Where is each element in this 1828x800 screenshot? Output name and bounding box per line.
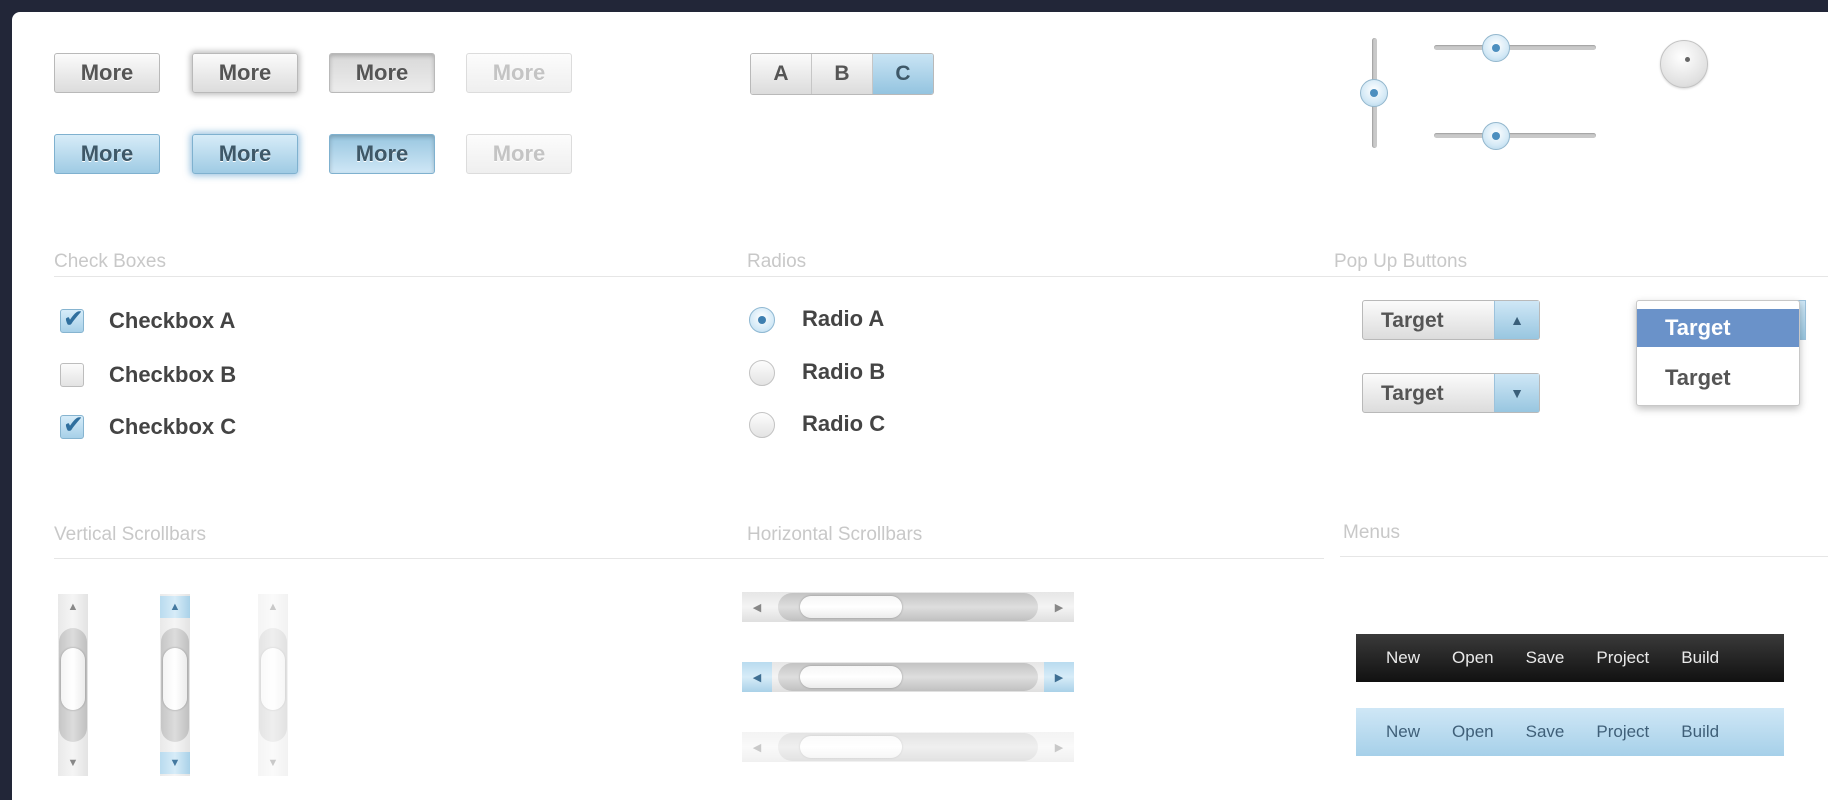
horizontal-slider-top-knob[interactable] [1481,34,1510,62]
scroll-left-arrow-icon[interactable]: ◀ [742,662,772,692]
rotary-dial-knob[interactable] [1660,40,1708,88]
widget-gallery-canvas: More More More More More More More More … [12,12,1828,800]
section-title-popups: Pop Up Buttons [1334,251,1468,272]
scroll-right-arrow-icon: ▶ [1054,741,1064,754]
scroll-down-arrow-icon[interactable]: ▼ [58,752,88,774]
checkbox-c[interactable] [60,410,84,439]
more-button-normal[interactable]: More [54,53,160,93]
section-title-radios: Radios [747,251,807,272]
scroll-thumb[interactable] [800,666,902,688]
section-title-checkboxes: Check Boxes [54,251,166,272]
radio-b[interactable] [749,360,775,386]
section-title-vertical-scrollbars: Vertical Scrollbars [54,524,207,545]
segmented-control: A B C [750,53,934,95]
scroll-down-arrow-icon[interactable]: ▼ [160,752,190,774]
menu-item-open[interactable]: Open [1452,648,1494,668]
checkbox-a[interactable] [60,304,84,333]
radio-c-label: Radio C [802,411,886,436]
scroll-thumb [261,648,285,710]
more-button-focused[interactable]: More [192,53,298,93]
more-button-blue-normal[interactable]: More [54,134,160,174]
chevron-down-icon: ▼ [1494,374,1539,412]
scroll-thumb[interactable] [61,648,85,710]
more-button-blue-pressed[interactable]: More [329,134,435,174]
segment-a[interactable]: A [751,54,812,94]
horizontal-slider-bottom-knob[interactable] [1481,122,1510,150]
checkbox-b[interactable] [60,363,84,387]
more-button-disabled: More [466,53,572,93]
scroll-right-arrow-icon[interactable]: ▶ [1044,592,1074,622]
scroll-down-arrow-icon: ▼ [267,757,279,769]
section-divider [54,276,1828,277]
section-divider-right [1340,556,1828,557]
horizontal-scrollbar-disabled: ◀ ▶ [742,732,1074,762]
scroll-up-arrow-icon[interactable]: ▲ [160,596,190,618]
menu-item-new[interactable]: New [1386,648,1420,668]
radio-a[interactable] [749,307,775,333]
radio-b-label: Radio B [802,359,886,384]
section-title-menus: Menus [1343,522,1401,543]
horizontal-scrollbar-blue[interactable]: ◀ ▶ [742,662,1074,692]
popup-menu-item-selected[interactable]: Target [1637,309,1799,347]
radio-a-label: Radio A [802,306,885,331]
menu-item-project[interactable]: Project [1596,648,1649,668]
vertical-scrollbar-disabled: ▲ ▼ [258,594,288,776]
vertical-slider-knob[interactable] [1360,79,1388,107]
segment-c[interactable]: C [873,54,933,94]
scroll-up-arrow-icon[interactable]: ▲ [58,596,88,618]
menu-item-open[interactable]: Open [1452,722,1494,742]
menu-item-build[interactable]: Build [1681,648,1719,668]
horizontal-scrollbar-normal[interactable]: ◀ ▶ [742,592,1074,622]
scroll-right-arrow-icon[interactable]: ▶ [1044,662,1074,692]
horizontal-slider-bottom-track[interactable] [1434,133,1596,138]
menu-item-new[interactable]: New [1386,722,1420,742]
checkbox-a-label: Checkbox A [109,308,236,333]
scroll-thumb[interactable] [800,596,902,618]
more-button-blue-focused[interactable]: More [192,134,298,174]
vertical-scrollbar-normal[interactable]: ▲ ▼ [58,594,88,776]
scroll-thumb [800,736,902,758]
scroll-left-arrow-icon[interactable]: ◀ [742,592,772,622]
more-button-blue-disabled: More [466,134,572,174]
checkbox-c-label: Checkbox C [109,414,237,439]
popup-dropdown-value: Target [1381,382,1444,405]
segment-b[interactable]: B [812,54,873,94]
scroll-thumb[interactable] [163,648,187,710]
more-button-pressed[interactable]: More [329,53,435,93]
menubar-light: New Open Save Project Build [1356,708,1784,756]
menu-item-build[interactable]: Build [1681,722,1719,742]
radio-c[interactable] [749,412,775,438]
popup-button-stepper[interactable]: Target ▲ [1362,300,1540,340]
section-title-horizontal-scrollbars: Horizontal Scrollbars [747,524,923,545]
up-down-arrows-icon: ▲ [1494,301,1539,339]
horizontal-slider-top-track[interactable] [1434,45,1596,50]
popup-menu-item[interactable]: Target [1637,359,1799,397]
popup-stepper-value: Target [1381,309,1444,332]
checkbox-b-label: Checkbox B [109,362,237,387]
popup-open-menu: Target Target [1636,300,1800,406]
menubar-dark: New Open Save Project Build [1356,634,1784,682]
vertical-scrollbar-blue[interactable]: ▲ ▼ [160,594,190,776]
menu-item-save[interactable]: Save [1526,722,1565,742]
scroll-up-arrow-icon: ▲ [267,601,279,613]
menu-item-project[interactable]: Project [1596,722,1649,742]
scroll-left-arrow-icon: ◀ [752,741,762,754]
popup-button-dropdown[interactable]: Target ▼ [1362,373,1540,413]
section-divider-left [54,558,1324,559]
menu-item-save[interactable]: Save [1526,648,1565,668]
